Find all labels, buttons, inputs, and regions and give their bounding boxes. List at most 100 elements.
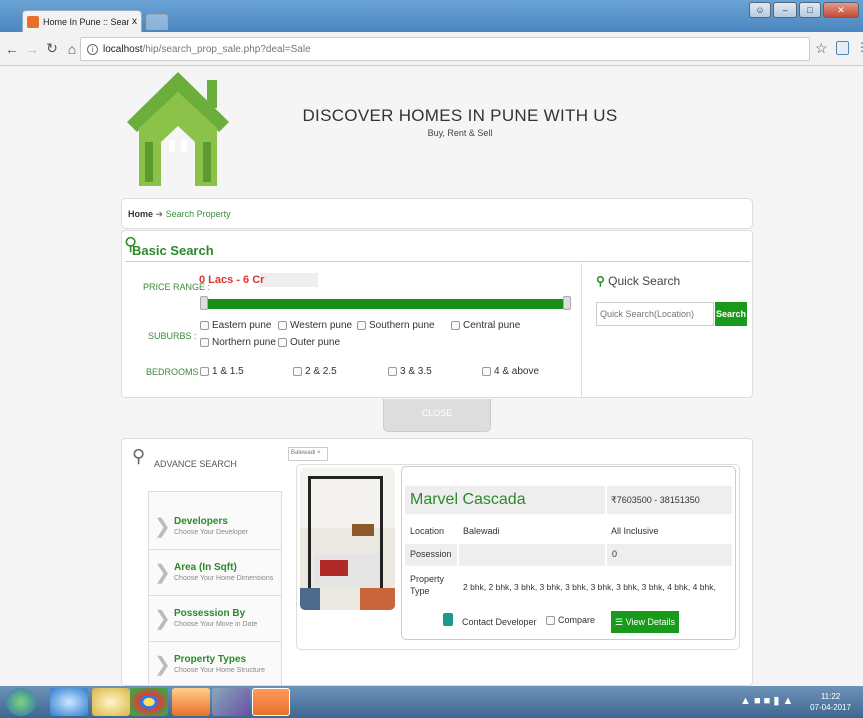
filter-title: Property Types — [174, 654, 247, 665]
checkbox-icon[interactable] — [546, 615, 555, 625]
slider-handle-min[interactable] — [200, 296, 208, 310]
chip-close-icon[interactable]: × — [317, 450, 321, 456]
checkbox-icon[interactable] — [278, 338, 287, 347]
view-details-button[interactable]: ☰ View Details — [611, 611, 679, 633]
price-range-value: 0 Lacs - 6 Cr — [199, 274, 265, 286]
filter-area[interactable]: ❯ Area (In Sqft) Choose Your Home Dimensio… — [149, 550, 281, 596]
property-photo[interactable] — [300, 468, 395, 610]
breadcrumb-current[interactable]: Search Property — [166, 209, 231, 219]
suburb-checkbox-outer[interactable]: Outer pune — [278, 337, 340, 348]
url-input[interactable]: i localhost/hip/search_prop_sale.php?dea… — [80, 37, 810, 61]
filter-possession[interactable]: ❯ Possession By Choose Your Move in Date — [149, 596, 281, 642]
bookmark-star-icon[interactable]: ☆ — [815, 40, 828, 57]
filter-developers[interactable]: ❯ Developers Choose Your Developer — [149, 504, 281, 550]
close-button[interactable]: CLOSE — [383, 399, 491, 432]
maximize-icon[interactable]: □ — [799, 2, 821, 18]
bedroom-checkbox-4[interactable]: 4 & above — [482, 366, 539, 377]
divider — [125, 261, 750, 262]
chevron-right-icon: ❯ — [154, 608, 171, 630]
suburb-checkbox-northern[interactable]: Northern pune — [200, 337, 276, 348]
checkbox-icon[interactable] — [293, 367, 302, 376]
checkbox-icon[interactable] — [278, 321, 287, 330]
suburbs-label: SUBURBS : — [148, 331, 197, 341]
suburb-label: Outer pune — [290, 337, 341, 348]
explorer-icon[interactable] — [92, 688, 130, 716]
address-bar-row: ← → ↻ ⌂ i localhost/hip/search_prop_sale… — [0, 32, 863, 66]
quick-search-title: ⚲ Quick Search — [596, 274, 680, 288]
vertical-divider — [581, 263, 582, 398]
suburb-label: Southern pune — [369, 320, 435, 331]
home-icon[interactable]: ⌂ — [62, 41, 82, 57]
bedroom-label: 1 & 1.5 — [212, 366, 244, 377]
price-range-slider[interactable] — [203, 299, 569, 309]
tray-icons[interactable]: ▲ ■ ■ ▮ ▲ — [740, 694, 793, 707]
checkbox-icon[interactable] — [200, 338, 209, 347]
visual-studio-icon[interactable] — [212, 688, 250, 716]
contact-icon[interactable] — [443, 613, 453, 626]
location-chip[interactable]: Balewadi × — [288, 447, 328, 461]
quick-search-input[interactable] — [596, 302, 714, 326]
window-controls: ☺ – □ ✕ — [749, 2, 859, 18]
filter-subtitle: Choose Your Move in Date — [174, 621, 258, 628]
checkbox-icon[interactable] — [388, 367, 397, 376]
property-type-value: 2 bhk, 2 bhk, 3 bhk, 3 bhk, 3 bhk, 3 bhk… — [463, 582, 716, 592]
extension-icon[interactable] — [836, 41, 849, 55]
checkbox-icon[interactable] — [200, 321, 209, 330]
bedroom-label: 3 & 3.5 — [400, 366, 432, 377]
property-price: ₹7603500 - 38151350 — [607, 486, 732, 514]
tab-title: Home In Pune :: Search F — [43, 16, 129, 27]
bedroom-checkbox-3[interactable]: 3 & 3.5 — [388, 366, 432, 377]
posession-spacer — [459, 544, 605, 566]
house-logo — [127, 72, 229, 186]
suburb-checkbox-southern[interactable]: Southern pune — [357, 320, 435, 331]
suburb-label: Northern pune — [212, 337, 276, 348]
start-button[interactable] — [6, 688, 36, 716]
chevron-right-icon: ❯ — [154, 654, 171, 676]
filter-subtitle: Choose Your Developer — [174, 529, 248, 536]
location-label: Location — [410, 526, 445, 536]
xampp-icon[interactable] — [252, 688, 290, 716]
quick-search-button[interactable]: Search — [715, 302, 747, 326]
property-name[interactable]: Marvel Cascada — [405, 486, 605, 514]
office-icon[interactable] — [172, 688, 210, 716]
minimize-icon[interactable]: – — [773, 2, 797, 18]
tab-close-icon[interactable]: x — [132, 16, 137, 27]
quick-search-label: Quick Search — [608, 274, 681, 288]
contact-developer-link[interactable]: Contact Developer — [462, 617, 537, 627]
close-window-icon[interactable]: ✕ — [823, 2, 859, 18]
advance-search-icon: ⚲ — [132, 446, 146, 466]
page-title: DISCOVER HOMES IN PUNE WITH US — [302, 106, 618, 125]
suburb-checkbox-central[interactable]: Central pune — [451, 320, 520, 331]
checkbox-icon[interactable] — [357, 321, 366, 330]
info-icon[interactable]: i — [87, 43, 98, 55]
checkbox-icon[interactable] — [200, 367, 209, 376]
suburb-checkbox-eastern[interactable]: Eastern pune — [200, 320, 272, 331]
ie-icon[interactable] — [50, 688, 88, 716]
chrome-icon[interactable] — [130, 688, 168, 716]
slider-handle-max[interactable] — [563, 296, 571, 310]
suburb-checkbox-western[interactable]: Western pune — [278, 320, 352, 331]
bedroom-checkbox-2[interactable]: 2 & 2.5 — [293, 366, 337, 377]
clock[interactable]: 11:22 07-04-2017 — [810, 691, 851, 713]
site-favicon-icon — [27, 15, 39, 28]
forward-icon[interactable]: → — [22, 41, 42, 57]
filter-property-types[interactable]: ❯ Property Types Choose Your Home Structur… — [149, 642, 281, 688]
reload-icon[interactable]: ↻ — [42, 40, 62, 57]
checkbox-icon[interactable] — [451, 321, 460, 330]
menu-icon[interactable]: ⋮ — [856, 40, 863, 54]
chevron-right-icon: ❯ — [154, 516, 171, 538]
back-icon[interactable]: ← — [2, 41, 22, 57]
property-type-label-1: Property — [410, 574, 445, 584]
breadcrumb-home[interactable]: Home — [128, 209, 153, 219]
list-icon: ☰ — [615, 617, 624, 627]
taskbar: ▲ ■ ■ ▮ ▲ 11:22 07-04-2017 — [0, 686, 863, 718]
breadcrumb: Home ➜ Search Property — [121, 198, 753, 229]
checkbox-icon[interactable] — [482, 367, 491, 376]
bedroom-checkbox-1[interactable]: 1 & 1.5 — [200, 366, 244, 377]
browser-tab[interactable]: Home In Pune :: Search F x — [22, 10, 142, 32]
compare-checkbox[interactable]: Compare — [546, 615, 595, 625]
filter-subtitle: Choose Your Home Structure — [174, 667, 266, 674]
property-type-label-2: Type — [410, 586, 430, 596]
new-tab-button[interactable] — [146, 14, 168, 30]
user-icon[interactable]: ☺ — [749, 2, 771, 18]
